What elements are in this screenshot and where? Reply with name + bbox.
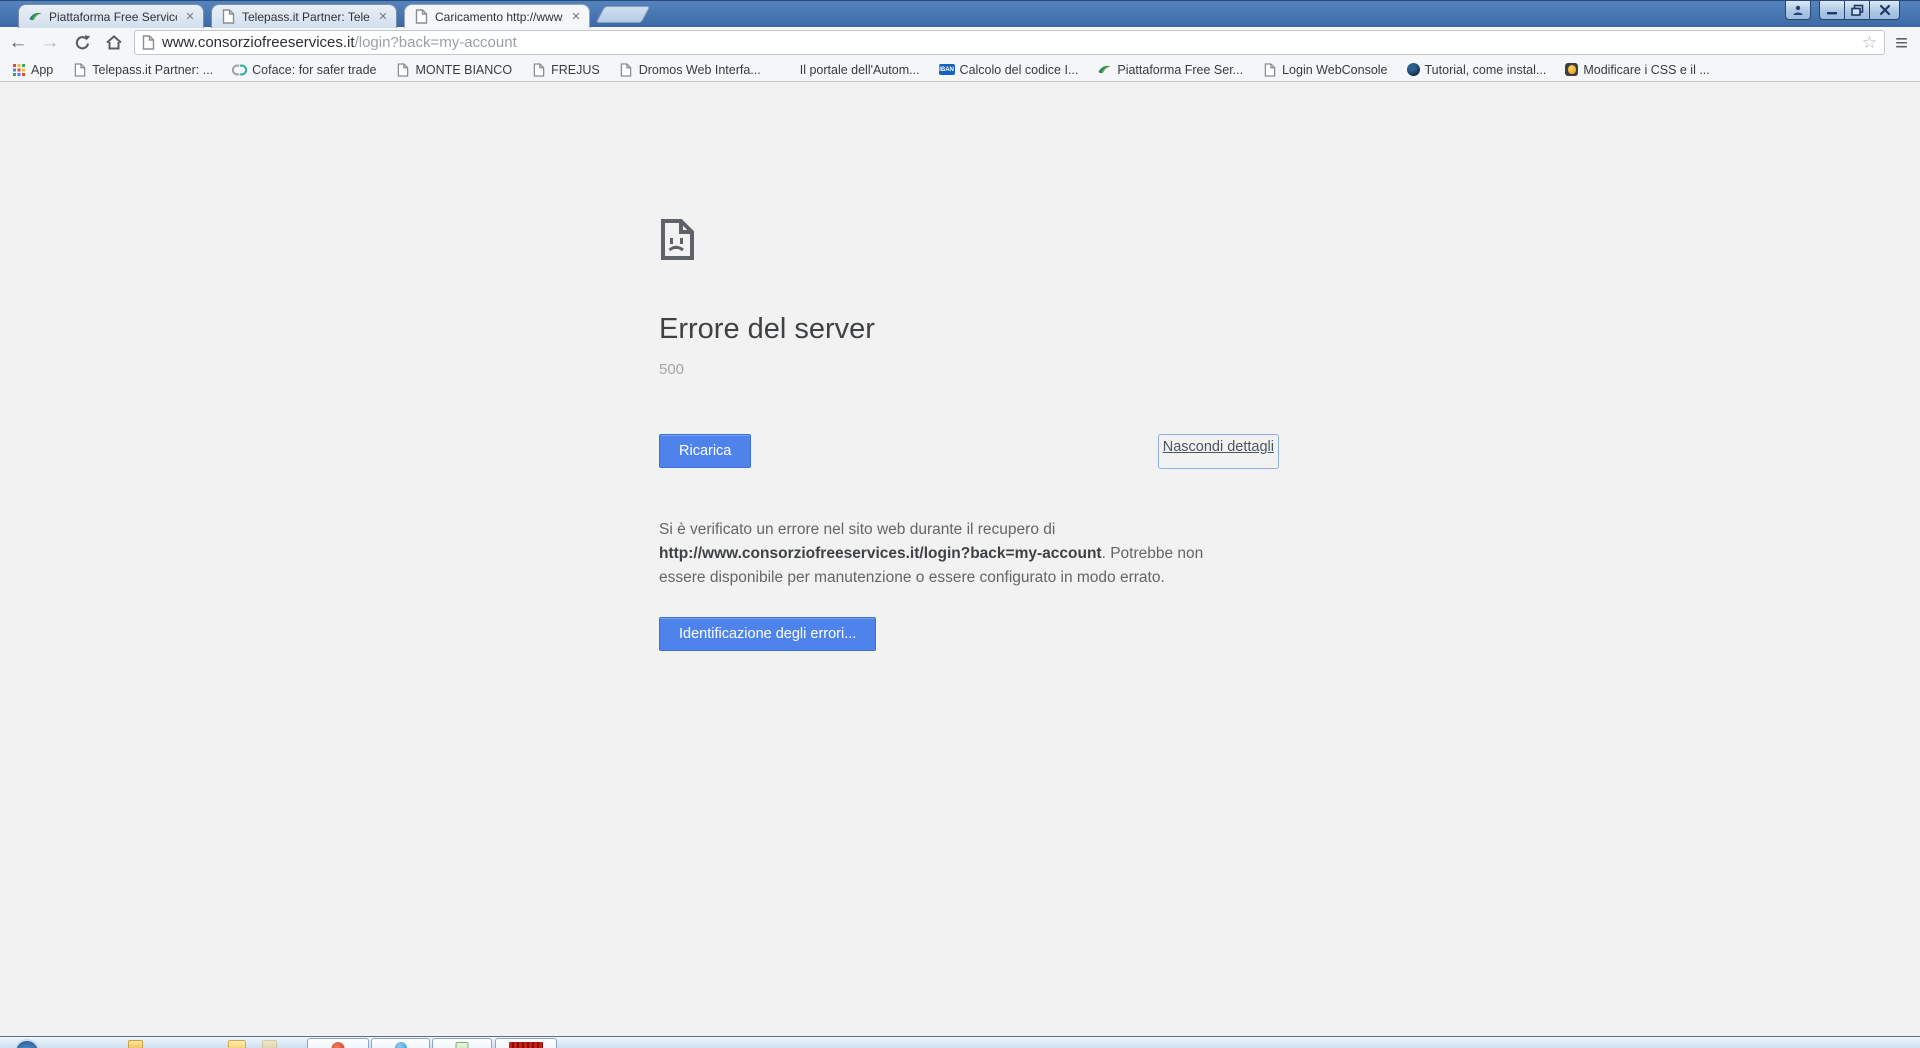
bookmark-label: Tutorial, come instal... [1424,62,1547,77]
coface-rings-icon [232,62,248,77]
bookmark-dromos[interactable]: Dromos Web Interfa... [619,62,761,77]
error-title: Errore del server [659,313,875,345]
taskbar-app-green[interactable] [432,1038,492,1048]
close-icon [1879,4,1890,16]
tab-piattaforma-free-services[interactable]: Piattaforma Free Services ✕ [18,4,204,28]
minimize-icon [1827,12,1837,15]
folder-icon[interactable] [228,1040,246,1048]
url-text[interactable]: www.consorziofreeservices.it/login?back=… [162,34,1855,51]
taskbar-pinned-app-icon[interactable] [128,1040,143,1048]
bookmark-label: MONTE BIANCO [415,62,513,77]
taskbar-pinned-app-icon[interactable] [262,1040,277,1048]
minimize-button[interactable] [1819,1,1844,20]
page-icon [1262,62,1277,77]
maximize-button[interactable] [1844,1,1869,20]
bookmark-modificare-css[interactable]: Modificare i CSS e il ... [1565,62,1710,77]
windows-taskbar [0,1036,1920,1048]
swoosh-favicon-icon [28,9,43,24]
bookmark-label: Telepass.it Partner: ... [92,62,214,77]
back-icon[interactable]: ← [6,31,30,55]
tab-close-icon[interactable]: ✕ [376,10,390,24]
page-icon [531,62,546,77]
bookmark-label: FREJUS [551,62,600,77]
page-icon [142,35,155,50]
new-tab-button[interactable] [595,6,651,23]
tab-caricamento-active[interactable]: Caricamento http://www.c ✕ [404,4,590,28]
bookmark-calcolo-iban[interactable]: IBAN Calcolo del codice I... [938,62,1079,77]
error-description-url: http://www.consorziofreeservices.it/logi… [659,545,1102,562]
red-app-icon [331,1042,345,1048]
error-code: 500 [659,361,685,378]
striped-app-icon [509,1042,543,1048]
mosaic-icon [780,62,795,77]
taskbar-app-red[interactable] [307,1038,369,1048]
bookmark-label: Dromos Web Interfa... [638,62,761,77]
address-bar[interactable]: www.consorziofreeservices.it/login?back=… [134,30,1886,55]
reload-icon[interactable] [70,31,94,55]
url-host: www.consorziofreeservices.it [162,34,355,51]
browser-toolbar: ← → www.consorziofreeservices.it/login?b… [0,27,1920,58]
tab-close-icon[interactable]: ✕ [569,10,583,24]
window-controls [1785,1,1900,20]
bookmarks-bar: App Telepass.it Partner: ... Coface: for… [0,58,1920,82]
home-icon[interactable] [102,31,126,55]
green-app-icon [455,1042,469,1048]
bookmark-telepass-partner[interactable]: Telepass.it Partner: ... [72,62,213,77]
bookmark-label: Login WebConsole [1282,62,1388,77]
page-favicon-icon [221,9,236,24]
chrome-menu-icon[interactable]: ≡ [1893,31,1910,54]
browser-title-bar: Piattaforma Free Services ✕ Telepass.it … [0,0,1920,28]
reload-button[interactable]: Ricarica [659,434,752,468]
diagnose-errors-button[interactable]: Identificazione degli errori... [659,617,877,651]
bookmark-label: Il portale dell'Autom... [799,62,920,77]
page-content: Errore del server 500 Ricarica Nascondi … [0,83,1920,1036]
tab-title: Telepass.it Partner: Telepa [242,9,370,24]
tab-title: Caricamento http://www.c [435,9,563,24]
tab-title: Piattaforma Free Services [49,9,177,24]
details-toggle-focus-ring: Nascondi dettagli [1157,434,1279,469]
server-error-panel: Errore del server 500 Ricarica Nascondi … [659,83,1279,651]
bookmark-login-webconsole[interactable]: Login WebConsole [1262,62,1388,77]
restore-icon [1850,4,1863,16]
error-description-prefix: Si è verificato un errore nel sito web d… [659,521,1056,538]
page-icon [72,62,87,77]
bookmark-tutorial[interactable]: Tutorial, come instal... [1406,62,1547,77]
start-button[interactable] [14,1039,40,1048]
bookmark-label: Modificare i CSS e il ... [1583,62,1710,77]
blue-app-icon [394,1042,407,1048]
taskbar-app-striped[interactable] [495,1038,557,1048]
bookmark-star-icon[interactable]: ☆ [1862,34,1877,51]
tab-close-icon[interactable]: ✕ [183,10,197,24]
bookmark-label: Calcolo del codice I... [959,62,1079,77]
tab-telepass-partner[interactable]: Telepass.it Partner: Telepa ✕ [211,4,397,28]
profile-button[interactable] [1785,1,1811,20]
swoosh-icon [1097,62,1112,77]
bookmark-coface[interactable]: Coface: for safer trade [232,62,377,77]
forward-icon[interactable]: → [38,31,62,55]
apps-grid-icon [11,62,26,77]
bookmark-label: App [31,62,54,77]
iban-badge-icon: IBAN [938,64,955,75]
taskbar-app-blue[interactable] [371,1038,430,1048]
page-icon [619,62,634,77]
person-icon [1793,5,1803,15]
bookmark-label: Coface: for safer trade [252,62,377,77]
url-path: /login?back=my-account [354,34,517,51]
hide-details-link[interactable]: Nascondi dettagli [1163,439,1274,455]
error-actions-row: Ricarica Nascondi dettagli [659,434,1279,469]
bookmark-apps[interactable]: App [11,62,53,77]
bookmark-portale-automobilista[interactable]: Il portale dell'Autom... [780,62,920,77]
page-icon [396,62,411,77]
bookmark-monte-bianco[interactable]: MONTE BIANCO [396,62,513,77]
flame-dark-icon [1565,63,1579,76]
close-button[interactable] [1869,1,1900,20]
bookmark-piattaforma-free-services[interactable]: Piattaforma Free Ser... [1097,62,1243,77]
globe-dark-icon [1406,63,1420,76]
page-favicon-icon [414,9,429,24]
error-description: Si è verificato un errore nel sito web d… [659,518,1249,590]
bookmark-frejus[interactable]: FREJUS [531,62,600,77]
sad-page-icon [661,219,694,260]
bookmark-label: Piattaforma Free Ser... [1117,62,1244,77]
